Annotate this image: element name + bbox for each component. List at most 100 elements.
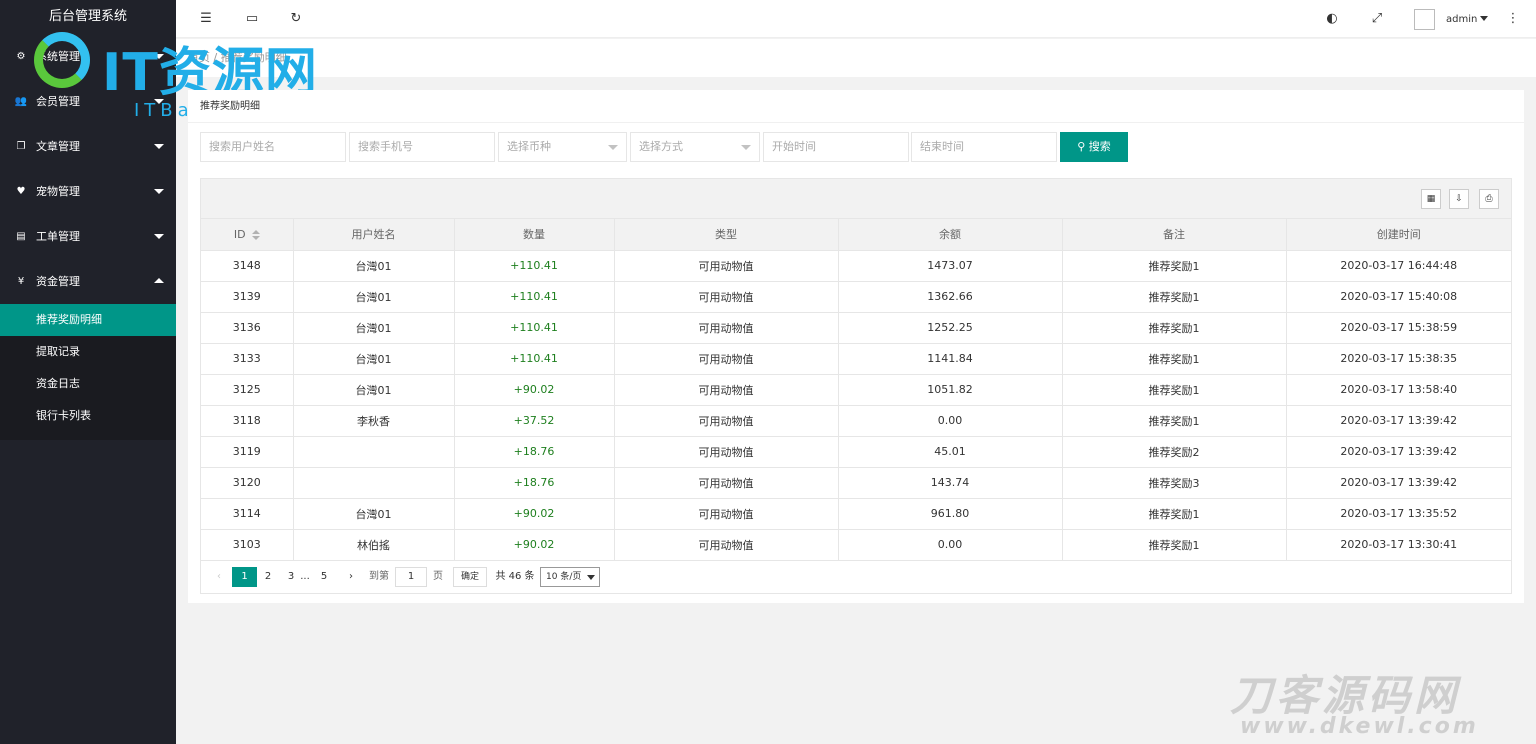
table-cell: 台灣01 bbox=[293, 281, 455, 313]
table-cell: 1362.66 bbox=[838, 281, 1063, 313]
phone-search-input[interactable]: 搜索手机号 bbox=[349, 132, 495, 162]
table-cell: 台灣01 bbox=[293, 498, 455, 530]
table-cell: +110.41 bbox=[454, 250, 615, 282]
username-search-input[interactable]: 搜索用户姓名 bbox=[200, 132, 346, 162]
page-2[interactable]: 2 bbox=[260, 567, 276, 587]
content-card: 推荐奖励明细 搜索用户姓名 搜索手机号 选择币种 选择方式 开始时间 结束时间 … bbox=[188, 90, 1524, 603]
table-cell: 3139 bbox=[201, 281, 294, 313]
print-icon[interactable]: ⎙ bbox=[1479, 189, 1499, 209]
column-header-label: 用户姓名 bbox=[351, 228, 396, 242]
table-cell: 林伯搖 bbox=[293, 529, 455, 561]
column-header: 备注 bbox=[1062, 219, 1287, 251]
table-cell: +110.41 bbox=[454, 281, 615, 313]
total-count: 共 46 条 bbox=[495, 571, 535, 582]
table-cell: 2020-03-17 13:35:52 bbox=[1286, 498, 1511, 530]
submenu-item-3[interactable]: 银行卡列表 bbox=[0, 400, 176, 432]
goto-confirm-button[interactable]: 确定 bbox=[453, 567, 487, 587]
table-cell: 143.74 bbox=[838, 467, 1063, 499]
table-cell: 推荐奖励1 bbox=[1062, 250, 1287, 282]
fullscreen-icon[interactable]: ⤢ bbox=[1367, 9, 1387, 29]
sidebar-item-5[interactable]: ¥ 资金管理 bbox=[0, 259, 176, 304]
method-select[interactable]: 选择方式 bbox=[630, 132, 760, 162]
submenu-item-2[interactable]: 资金日志 bbox=[0, 368, 176, 400]
table-cell: 可用动物值 bbox=[614, 374, 839, 406]
table-row: 3119 +18.76 可用动物值 45.01 推荐奖励2 2020-03-17 13:3… bbox=[201, 436, 1511, 468]
column-header-label: 备注 bbox=[1163, 228, 1185, 242]
table-cell: 3136 bbox=[201, 312, 294, 344]
chevron-down-icon bbox=[154, 234, 164, 239]
table-cell: 3133 bbox=[201, 343, 294, 375]
page-size-value: 10 条/页 bbox=[546, 572, 582, 582]
gear-icon: ⚙ bbox=[16, 51, 26, 62]
sidebar-item-2[interactable]: ❐ 文章管理 bbox=[0, 124, 176, 169]
sidebar-item-3[interactable]: ♥ 宠物管理 bbox=[0, 169, 176, 214]
prev-page-icon[interactable]: ‹ bbox=[211, 567, 227, 587]
table-cell: 2020-03-17 15:38:35 bbox=[1286, 343, 1511, 375]
next-page-icon[interactable]: › bbox=[343, 567, 359, 587]
refresh-icon[interactable]: ↻ bbox=[286, 9, 306, 29]
table-cell: +37.52 bbox=[454, 405, 615, 437]
table-cell: 台灣01 bbox=[293, 312, 455, 344]
table-cell: 推荐奖励2 bbox=[1062, 436, 1287, 468]
table-cell: 3120 bbox=[201, 467, 294, 499]
page-3[interactable]: 3 bbox=[284, 567, 298, 587]
table-row: 3148 台灣01 +110.41 可用动物值 1473.07 推荐奖励1 2020-03-… bbox=[201, 250, 1511, 282]
table-cell: 可用动物值 bbox=[614, 467, 839, 499]
column-header-label: 创建时间 bbox=[1376, 228, 1421, 242]
page-unit-label: 页 bbox=[433, 571, 443, 582]
column-header-label: ID bbox=[233, 227, 246, 241]
file-icon: ▤ bbox=[16, 231, 26, 242]
sidebar-item-label: 资金管理 bbox=[36, 275, 80, 288]
table-cell: 推荐奖励1 bbox=[1062, 312, 1287, 344]
table-cell: 0.00 bbox=[838, 405, 1063, 437]
column-header: 余额 bbox=[838, 219, 1063, 251]
table-header: ID 用户姓名 数量 类型 余额 备注 创建时间 bbox=[201, 219, 1511, 251]
column-header: 创建时间 bbox=[1286, 219, 1511, 251]
table-cell: 961.80 bbox=[838, 498, 1063, 530]
table-cell: 2020-03-17 16:44:48 bbox=[1286, 250, 1511, 282]
currency-select[interactable]: 选择币种 bbox=[498, 132, 627, 162]
table-row: 3114 台灣01 +90.02 可用动物值 961.80 推荐奖励1 2020-03-17… bbox=[201, 498, 1511, 530]
table-cell: 可用动物值 bbox=[614, 405, 839, 437]
palette-icon[interactable]: ◐ bbox=[1322, 9, 1342, 29]
table-cell: 推荐奖励1 bbox=[1062, 405, 1287, 437]
table-cell: 2020-03-17 13:58:40 bbox=[1286, 374, 1511, 406]
start-time-input[interactable]: 开始时间 bbox=[763, 132, 909, 162]
page-size-select[interactable]: 10 条/页 bbox=[540, 567, 600, 587]
chevron-down-icon bbox=[154, 144, 164, 149]
table-row: 3120 +18.76 可用动物值 143.74 推荐奖励3 2020-03-17 13:… bbox=[201, 467, 1511, 499]
export-icon[interactable]: ⇩ bbox=[1449, 189, 1469, 209]
table-cell: 推荐奖励3 bbox=[1062, 467, 1287, 499]
table-cell: 可用动物值 bbox=[614, 498, 839, 530]
watermark-bottom-url: www.dkewl.com bbox=[1240, 714, 1479, 739]
monitor-icon[interactable]: ▭ bbox=[242, 9, 262, 29]
end-time-input[interactable]: 结束时间 bbox=[911, 132, 1057, 162]
goto-page-input[interactable]: 1 bbox=[395, 567, 427, 587]
sort-icon[interactable] bbox=[251, 229, 260, 240]
table-cell: +90.02 bbox=[454, 374, 615, 406]
submenu-item-0[interactable]: 推荐奖励明细 bbox=[0, 304, 176, 336]
table-cell: 1051.82 bbox=[838, 374, 1063, 406]
table-cell: 推荐奖励1 bbox=[1062, 374, 1287, 406]
table-cell: 台灣01 bbox=[293, 343, 455, 375]
table-cell: 3125 bbox=[201, 374, 294, 406]
more-icon[interactable]: ⋮ bbox=[1503, 9, 1523, 29]
chevron-down-icon bbox=[608, 145, 618, 150]
page-1[interactable]: 1 bbox=[232, 567, 257, 587]
page-5[interactable]: 5 bbox=[317, 567, 331, 587]
topbar: ☰ ▭ ↻ ◐ ⤢ admin ⋮ bbox=[176, 0, 1536, 38]
column-header-label: 数量 bbox=[523, 228, 545, 242]
columns-filter-icon[interactable]: ▦ bbox=[1421, 189, 1441, 209]
search-button[interactable]: ⚲ 搜索 bbox=[1060, 132, 1128, 162]
table-cell: 3148 bbox=[201, 250, 294, 282]
table-cell bbox=[293, 467, 455, 499]
sidebar-item-4[interactable]: ▤ 工单管理 bbox=[0, 214, 176, 259]
submenu-item-1[interactable]: 提取记录 bbox=[0, 336, 176, 368]
sidebar-item-label: 工单管理 bbox=[36, 230, 80, 243]
indent-icon[interactable]: ☰ bbox=[196, 9, 216, 29]
table-cell: 1473.07 bbox=[838, 250, 1063, 282]
copy-icon: ❐ bbox=[16, 141, 26, 152]
method-select-label: 选择方式 bbox=[639, 140, 683, 153]
table-cell: 推荐奖励1 bbox=[1062, 281, 1287, 313]
column-header[interactable]: ID bbox=[201, 219, 294, 251]
